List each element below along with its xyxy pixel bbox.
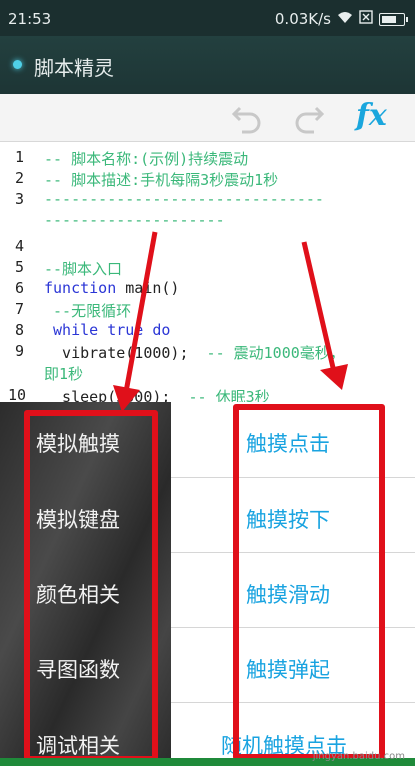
code-comment: -- 震动1000毫秒，	[188, 344, 345, 362]
app-indicator-icon	[13, 60, 22, 69]
line-number: 1	[14, 148, 24, 166]
code-text: main()	[116, 279, 180, 297]
function-fx-button[interactable]: fx	[356, 98, 387, 133]
code-line-3-wrap: --------------------	[44, 211, 225, 229]
undo-icon[interactable]	[230, 100, 264, 142]
network-speed: 0.03K/s	[274, 10, 331, 28]
code-line-9-wrap: 即1秒	[44, 365, 84, 383]
line-number: 9	[14, 342, 24, 360]
annotation-box-left	[24, 410, 158, 762]
code-line-7: --无限循环	[44, 302, 132, 320]
line-number: 3	[14, 190, 24, 208]
code-line-2: -- 脚本描述:手机每隔3秒震动1秒	[44, 171, 279, 189]
code-line-8: while true do	[44, 321, 170, 339]
code-line-1: -- 脚本名称:(示例)持续震动	[44, 150, 249, 168]
keyword-do: do	[143, 321, 171, 339]
line-number: 7	[14, 300, 24, 318]
code-line-9: vibrate(1000); -- 震动1000毫秒，	[44, 342, 345, 363]
app-title: 脚本精灵	[34, 56, 114, 80]
keyword-true: true	[98, 321, 144, 339]
watermark: jingyan.baidu.com	[312, 751, 405, 762]
line-number: 4	[14, 237, 24, 255]
status-time: 21:53	[8, 10, 52, 28]
code-line-3: -------------------------------	[44, 190, 324, 208]
status-bar: 21:53 0.03K/s	[0, 0, 415, 36]
keyword-while: while	[44, 321, 99, 339]
code-line-6: function main()	[44, 279, 179, 297]
annotation-box-right	[233, 404, 385, 760]
keyword-function: function	[44, 279, 117, 297]
line-number: 8	[14, 321, 24, 339]
code-text: vibrate(1000);	[44, 344, 189, 362]
no-sim-icon	[359, 10, 373, 28]
line-number: 6	[14, 279, 24, 297]
line-number: 5	[14, 258, 24, 276]
app-title-bar: 脚本精灵	[0, 36, 415, 94]
status-indicators: 0.03K/s	[274, 10, 408, 28]
code-line-5: --脚本入口	[44, 260, 123, 278]
wifi-icon	[337, 10, 353, 28]
code-editor[interactable]: 1 -- 脚本名称:(示例)持续震动 2 -- 脚本描述:手机每隔3秒震动1秒 3 -…	[0, 142, 415, 406]
battery-icon	[379, 12, 408, 26]
line-number: 2	[14, 169, 24, 187]
editor-toolbar: fx	[0, 94, 415, 142]
redo-icon[interactable]	[292, 100, 326, 142]
